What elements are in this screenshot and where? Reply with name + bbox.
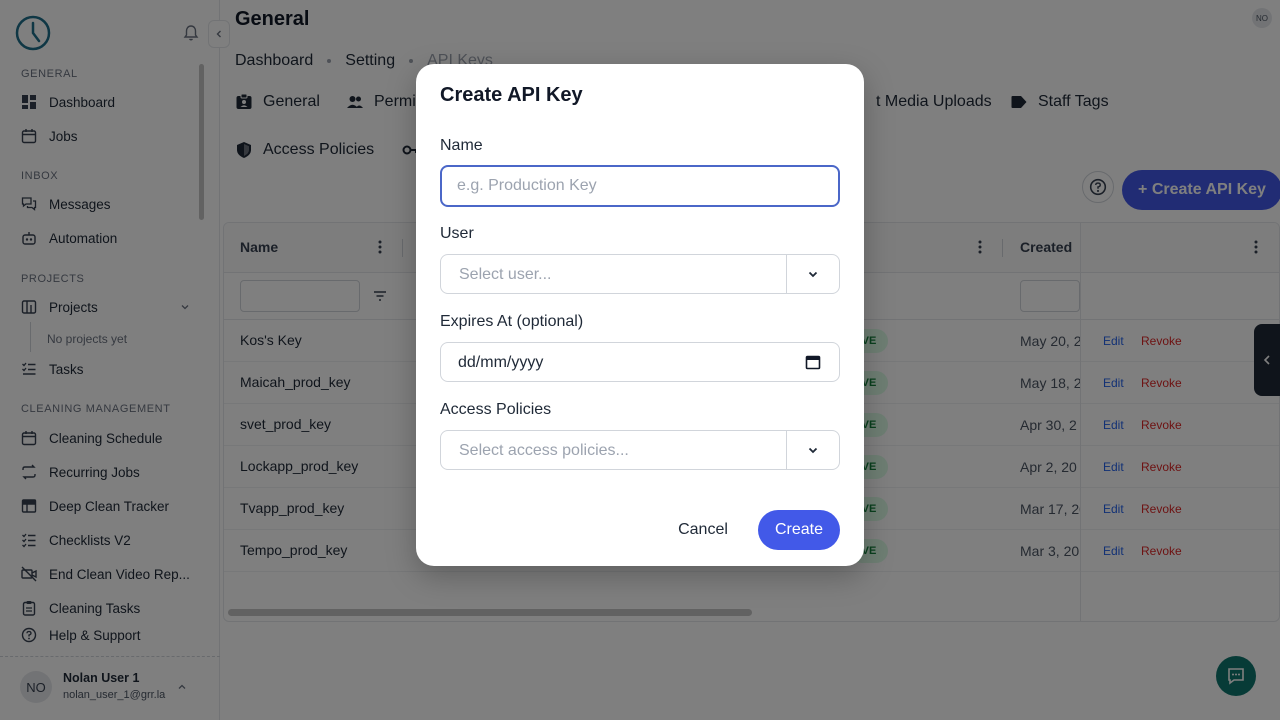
name-input[interactable] xyxy=(440,165,840,207)
user-select[interactable]: Select user... xyxy=(440,254,840,294)
calendar-icon[interactable] xyxy=(805,354,821,370)
policies-select-placeholder: Select access policies... xyxy=(459,442,629,459)
user-dropdown-toggle[interactable] xyxy=(786,255,839,293)
chevron-down-icon xyxy=(808,271,818,278)
user-label: User xyxy=(440,225,474,242)
chevron-down-icon xyxy=(808,447,818,454)
dialog-title: Create API Key xyxy=(440,84,583,106)
access-policies-label: Access Policies xyxy=(440,401,552,418)
create-api-key-dialog: Create API Key Name User Select user... … xyxy=(416,64,864,566)
name-label: Name xyxy=(440,137,483,154)
expires-label: Expires At (optional) xyxy=(440,313,584,330)
policies-dropdown-toggle[interactable] xyxy=(786,431,839,469)
access-policies-select[interactable]: Select access policies... xyxy=(440,430,840,470)
cancel-button[interactable]: Cancel xyxy=(660,510,746,550)
date-placeholder: dd/mm/yyyy xyxy=(458,354,544,371)
expires-date-input[interactable]: dd/mm/yyyy xyxy=(440,342,840,382)
create-button[interactable]: Create xyxy=(758,510,840,550)
user-select-placeholder: Select user... xyxy=(459,266,552,283)
